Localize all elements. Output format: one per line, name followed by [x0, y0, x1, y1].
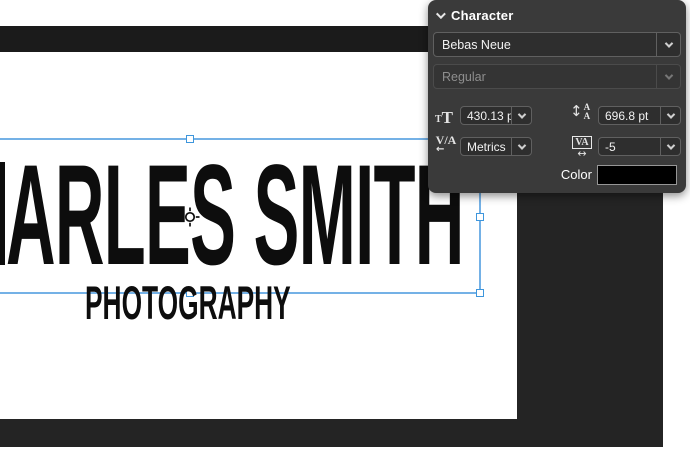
color-label: Color [561, 167, 592, 182]
chevron-down-icon [517, 141, 525, 149]
subline-text[interactable]: PHOTOGRAPHY [85, 279, 291, 326]
leading-dropdown-button[interactable] [660, 107, 680, 124]
tracking-icon-arrow: ↔ [569, 150, 595, 158]
leading-value: 696.8 pt [599, 107, 660, 124]
kerning-select[interactable]: Metrics [460, 137, 532, 156]
reference-point-icon [180, 207, 200, 227]
font-style-dropdown-button[interactable] [656, 65, 680, 88]
font-size-value: 430.13 p [461, 107, 511, 124]
kerning-value: Metrics [461, 138, 511, 155]
chevron-down-icon [666, 110, 674, 118]
character-panel-header[interactable]: Character [436, 7, 514, 23]
tracking-icon: VA ↔ [569, 132, 595, 158]
color-row: Color [428, 164, 686, 186]
selection-handle-right-middle[interactable] [476, 213, 484, 221]
tracking-dropdown-button[interactable] [660, 138, 680, 155]
leading-icon-a-bottom: A [584, 112, 591, 121]
font-size-icon-small-t: T [435, 115, 442, 125]
font-size-icon: TT [435, 105, 458, 125]
leading-input[interactable]: 696.8 pt [598, 106, 681, 125]
font-family-select[interactable]: Bebas Neue [433, 32, 681, 57]
kerning-icon-arrow: ← [436, 146, 458, 154]
kerning-dropdown-button[interactable] [511, 138, 531, 155]
font-size-input[interactable]: 430.13 p [460, 106, 532, 125]
tracking-value: -5 [599, 138, 660, 155]
collapse-chevron-icon[interactable] [436, 9, 446, 19]
tracking-input[interactable]: -5 [598, 137, 681, 156]
font-style-value: Regular [434, 65, 656, 88]
leading-icon: ↕ A A [570, 103, 590, 120]
chevron-down-icon [517, 110, 525, 118]
cropped-letter-fragment [0, 162, 5, 265]
chevron-down-icon [664, 71, 672, 79]
color-swatch[interactable] [597, 165, 677, 185]
chevron-down-icon [664, 39, 672, 47]
font-family-value: Bebas Neue [434, 33, 656, 56]
character-panel: Character Bebas Neue Regular TT 430.13 p… [428, 0, 686, 193]
font-size-dropdown-button[interactable] [511, 107, 531, 124]
selection-handle-bottom-right[interactable] [476, 289, 484, 297]
font-style-select[interactable]: Regular [433, 64, 681, 89]
kerning-icon: V/A ← [434, 134, 458, 154]
font-size-icon-large-t: T [442, 110, 453, 125]
leading-icon-arrow: ↕ [570, 104, 583, 119]
panel-title: Character [451, 8, 514, 23]
font-family-dropdown-button[interactable] [656, 33, 680, 56]
headline-text[interactable]: ARLES SMITH [6, 144, 464, 287]
chevron-down-icon [666, 141, 674, 149]
